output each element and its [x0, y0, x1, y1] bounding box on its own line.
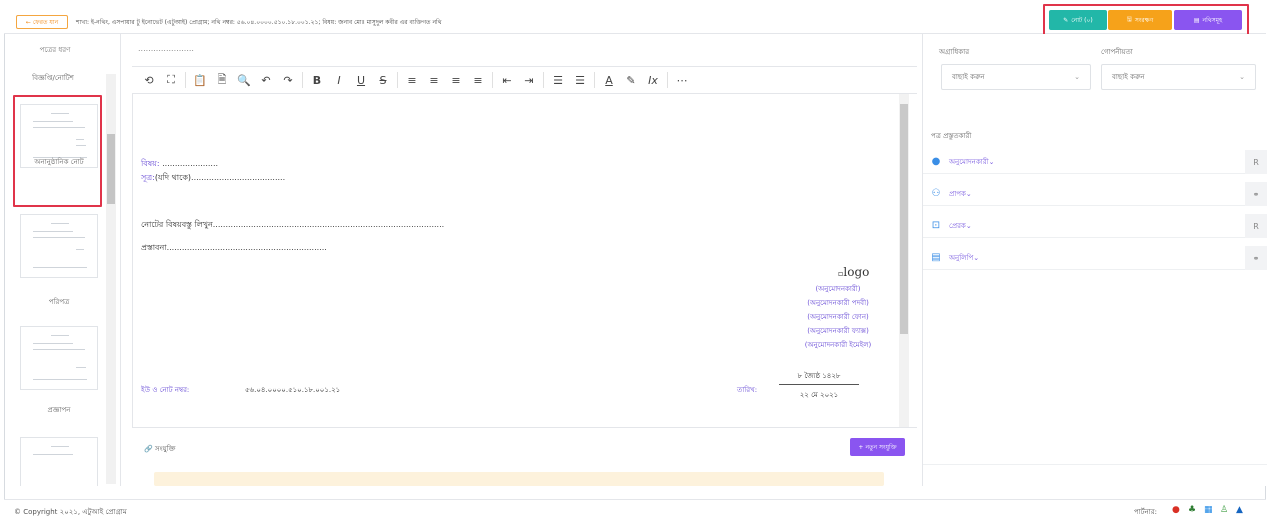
- attachment-bar: 🔗 সংযুক্তি + নতুন সংযুক্তি: [132, 427, 917, 472]
- align-right-icon[interactable]: ≡: [445, 74, 467, 87]
- notice-bar: [154, 472, 884, 486]
- add-sender-icon[interactable]: R: [1245, 214, 1267, 238]
- thumb-gazette[interactable]: [20, 326, 98, 390]
- note-button[interactable]: ✎ নোট (০): [1049, 10, 1107, 30]
- chevron-down-icon: ⌄: [1239, 73, 1245, 81]
- breadcrumb: শাখা: ই-নথিং, এসপায়ার টু ইনোভেট (এটুআই)…: [76, 19, 442, 26]
- row-recipient[interactable]: ⚇ প্রাপক ⌄ ⚭: [923, 182, 1267, 206]
- partner-label: পার্টনার:: [1134, 508, 1158, 516]
- note-number-value: ৫৬.০৪.০০০০.৫১০.১৮.০০১.২১: [245, 386, 341, 394]
- chevron-down-icon: ⌄: [1074, 73, 1080, 81]
- more-icon[interactable]: ⋯: [671, 74, 693, 87]
- date-block: ৮ জ্যৈষ্ঠ ১৪২৮ ২২ মে ২০২১: [779, 370, 859, 401]
- list-item-gazette[interactable]: প্রজ্ঞাপন: [5, 404, 113, 416]
- history-icon[interactable]: ⟲: [138, 74, 160, 87]
- partner-logo-3-icon: ▦: [1204, 505, 1213, 515]
- row-sender[interactable]: ⊡ প্রেরক ⌄ R: [923, 214, 1267, 238]
- list-item-notice[interactable]: বিজ্ঞপ্তি/নোটিশ: [5, 72, 101, 84]
- attachment-label: 🔗 সংযুক্তি: [144, 445, 176, 453]
- note-number-label: ইউ ও নোট নম্বর:: [141, 386, 190, 394]
- copyright-text: © Copyright ২০২১, এটুআই প্রোগ্রাম: [14, 508, 127, 516]
- partner-logo-4-icon: ♙: [1220, 505, 1229, 515]
- priority-label: অগ্রাধিকার: [939, 48, 970, 56]
- files-button[interactable]: ▤ নথিসমূহ: [1174, 10, 1242, 30]
- proposal-line: প্রস্তাবনা..............................…: [141, 243, 327, 252]
- settings-panel: অগ্রাধিকার বাছাই করুন ⌄ গোপনীয়তা বাছাই ক…: [922, 34, 1267, 486]
- redo-icon[interactable]: ↷: [277, 74, 299, 87]
- row-approver[interactable]: ● অনুমোদনকারী ⌄ R: [923, 150, 1267, 174]
- subject-line: বিষয়: ......................: [141, 159, 219, 168]
- file-icon: ▤: [1193, 16, 1200, 24]
- plus-icon: +: [858, 443, 864, 451]
- partner-logo-1-icon: ●: [1172, 505, 1180, 515]
- editor-area: ...................... ⟲ ⛶ 📋 🗎 🔍 ↶ ↷ B I…: [132, 34, 917, 486]
- bold-icon[interactable]: B: [306, 74, 328, 87]
- numbered-list-icon[interactable]: ☰: [547, 74, 569, 87]
- strikethrough-icon[interactable]: S: [372, 74, 394, 87]
- highlight-icon[interactable]: ✎: [620, 74, 642, 87]
- editor-scrollbar[interactable]: [899, 94, 909, 430]
- copy-icon: ▤: [931, 252, 941, 263]
- text-color-icon[interactable]: A: [598, 74, 620, 87]
- align-justify-icon[interactable]: ≡: [467, 74, 489, 87]
- new-attachment-button[interactable]: + নতুন সংযুক্তি: [850, 438, 905, 456]
- user-icon: ●: [931, 156, 941, 167]
- add-approver-icon[interactable]: R: [1245, 150, 1267, 174]
- arrow-left-icon: ←: [25, 18, 31, 26]
- left-scrollbar[interactable]: [106, 74, 116, 484]
- section-label: পত্র প্রস্তুতকারী: [931, 132, 972, 140]
- italic-icon[interactable]: I: [328, 74, 350, 87]
- approver-block: (অনুমোদনকারী) (অনুমোদনকারী পদবী) (অনুমোদ…: [804, 285, 872, 349]
- save-button[interactable]: 🖫 সংরক্ষণ: [1108, 10, 1172, 30]
- save-icon: 🖫: [1126, 16, 1132, 23]
- bullet-list-icon[interactable]: ☰: [569, 74, 591, 87]
- underline-icon[interactable]: U: [350, 74, 372, 87]
- priority-select[interactable]: বাছাই করুন ⌄: [941, 64, 1091, 90]
- note-body-line: নোটের বিষয়বস্তু লিখুন..................…: [141, 220, 445, 229]
- secrecy-label: গোপনীয়তা: [1101, 48, 1133, 56]
- align-left-icon[interactable]: ≡: [401, 74, 423, 87]
- clear-format-icon[interactable]: Ix: [642, 74, 664, 87]
- preview-icon[interactable]: 🗎: [211, 71, 233, 90]
- outdent-icon[interactable]: ⇤: [496, 74, 518, 87]
- panel-heading: পত্রের ধরণ: [39, 46, 71, 54]
- search-icon[interactable]: 🔍: [233, 74, 255, 87]
- sender-icon: ⊡: [931, 220, 941, 231]
- editor-toolbar: ⟲ ⛶ 📋 🗎 🔍 ↶ ↷ B I U S ≡ ≡ ≡ ≡ ⇤ ⇥ ☰ ☰ A …: [132, 66, 917, 94]
- top-dots: ......................: [138, 44, 194, 53]
- align-center-icon[interactable]: ≡: [423, 74, 445, 87]
- secrecy-select[interactable]: বাছাই করুন ⌄: [1101, 64, 1256, 90]
- pencil-icon: ✎: [1063, 16, 1069, 24]
- logo-image: ▫logo: [838, 265, 870, 279]
- indent-icon[interactable]: ⇥: [518, 74, 540, 87]
- editor-body[interactable]: বিষয়: ...................... সূত্র:(যদি…: [132, 94, 917, 447]
- undo-icon[interactable]: ↶: [255, 74, 277, 87]
- add-copy-icon[interactable]: ⚭: [1245, 246, 1267, 270]
- thumb-more[interactable]: [20, 437, 98, 486]
- paperclip-icon: 🔗: [144, 445, 153, 453]
- partner-logo-2-icon: ♣: [1188, 505, 1197, 515]
- fullscreen-icon[interactable]: ⛶: [160, 73, 182, 87]
- back-button[interactable]: ← ফেরত যান: [16, 15, 68, 29]
- list-item-circular[interactable]: পরিপত্র: [5, 296, 113, 308]
- highlight-box-selected: [13, 95, 102, 207]
- date-label: তারিখ:: [737, 386, 758, 394]
- add-recipient-icon[interactable]: ⚭: [1245, 182, 1267, 206]
- thumb-circular[interactable]: [20, 214, 98, 278]
- users-icon: ⚇: [931, 188, 941, 199]
- partner-logo-5-icon: ▲: [1236, 505, 1243, 515]
- footer: © Copyright ২০২১, এটুআই প্রোগ্রাম পার্টন…: [4, 499, 1266, 521]
- row-copy[interactable]: ▤ অনুলিপি ⌄ ⚭: [923, 246, 1267, 270]
- paste-icon[interactable]: 📋: [189, 74, 211, 87]
- reference-line: সূত্র:(যদি থাকে)........................…: [141, 173, 286, 182]
